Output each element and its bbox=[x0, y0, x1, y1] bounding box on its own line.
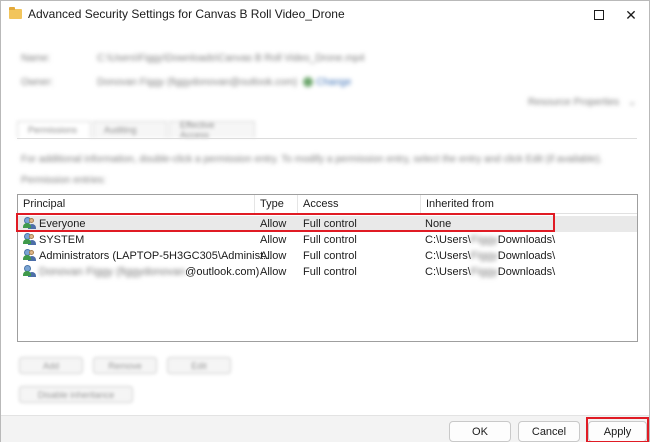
principal-cell: SYSTEM bbox=[23, 232, 84, 248]
principal-name: Administrators (LAPTOP-5H3GC305\Administ… bbox=[39, 250, 273, 262]
inherited-path-username: Figgy bbox=[470, 266, 498, 278]
principal-cell: Administrators (LAPTOP-5H3GC305\Administ… bbox=[23, 248, 272, 264]
inherited-path-username: Figgy bbox=[470, 250, 498, 262]
principal-name-suffix: @outlook.com) bbox=[185, 266, 260, 278]
principal-name-redacted: Donovan Figgy (figgydonovan bbox=[39, 266, 186, 278]
info-text: For additional information, double-click… bbox=[21, 154, 603, 165]
edit-button[interactable]: Edit bbox=[167, 357, 231, 374]
inherited-path-suffix: Downloads\ bbox=[497, 234, 556, 246]
table-row[interactable]: SYSTEM Allow Full control C:\Users\Figgy… bbox=[18, 232, 637, 248]
type-cell: Allow bbox=[260, 266, 287, 278]
access-cell: Full control bbox=[303, 250, 357, 262]
window-title: Advanced Security Settings for Canvas B … bbox=[28, 7, 345, 21]
inherited-cell: C:\Users\FiggyDownloads\ bbox=[425, 232, 555, 248]
inherited-cell: C:\Users\FiggyDownloads\ bbox=[425, 264, 555, 280]
resource-properties-label: Resource Properties bbox=[528, 97, 620, 108]
disable-inheritance-button[interactable]: Disable inheritance bbox=[19, 386, 133, 403]
table-header: Principal Type Access Inherited from bbox=[18, 195, 637, 214]
name-label: Name: bbox=[21, 53, 51, 64]
title-bar: Advanced Security Settings for Canvas B … bbox=[1, 1, 649, 29]
inherited-cell: C:\Users\FiggyDownloads\ bbox=[425, 248, 555, 264]
ok-button[interactable]: OK bbox=[449, 421, 511, 442]
inherited-path-username: Figgy bbox=[470, 234, 498, 246]
everyone-row-highlight bbox=[16, 213, 555, 232]
principal-name: SYSTEM bbox=[39, 234, 85, 246]
close-button[interactable]: ✕ bbox=[613, 1, 649, 29]
column-header-type[interactable]: Type bbox=[255, 195, 298, 214]
tab-permissions[interactable]: Permissions bbox=[17, 121, 91, 138]
table-row[interactable]: Donovan Figgy (figgydonovan@outlook.com)… bbox=[18, 264, 637, 280]
type-cell: Allow bbox=[260, 250, 287, 262]
type-cell: Allow bbox=[260, 234, 287, 246]
inherited-path-suffix: Downloads\ bbox=[497, 250, 556, 262]
close-icon: ✕ bbox=[625, 6, 637, 23]
chevron-down-icon: ⌄ bbox=[627, 97, 637, 108]
users-icon bbox=[23, 249, 37, 261]
owner-row: Donovan Figgy (figgydonovan@outlook.com)… bbox=[97, 77, 351, 88]
table-row[interactable]: Administrators (LAPTOP-5H3GC305\Administ… bbox=[18, 248, 637, 264]
column-header-principal[interactable]: Principal bbox=[18, 195, 255, 214]
owner-change-link[interactable]: Change bbox=[316, 77, 351, 88]
owner-value: Donovan Figgy (figgydonovan@outlook.com) bbox=[97, 77, 298, 88]
principal-cell: Donovan Figgy (figgydonovan@outlook.com) bbox=[23, 264, 259, 280]
user-icon bbox=[23, 265, 37, 277]
tab-auditing[interactable]: Auditing bbox=[93, 121, 167, 138]
inherited-path-prefix: C:\Users\ bbox=[425, 250, 471, 262]
add-button[interactable]: Add bbox=[19, 357, 83, 374]
maximize-icon bbox=[594, 10, 604, 20]
tab-effective-access[interactable]: Effective Access bbox=[169, 120, 255, 140]
apply-button-highlight bbox=[586, 417, 649, 442]
cancel-button[interactable]: Cancel bbox=[518, 421, 580, 442]
users-icon bbox=[23, 233, 37, 245]
column-header-inherited-from[interactable]: Inherited from bbox=[421, 195, 637, 214]
advanced-security-window: Advanced Security Settings for Canvas B … bbox=[0, 0, 650, 442]
tab-strip: Permissions Auditing Effective Access bbox=[17, 120, 257, 140]
entries-label: Permission entries: bbox=[21, 175, 107, 186]
remove-button[interactable]: Remove bbox=[93, 357, 157, 374]
folder-icon bbox=[9, 7, 22, 19]
inherited-path-suffix: Downloads\ bbox=[497, 266, 556, 278]
tab-divider bbox=[17, 138, 637, 139]
name-value: C:\Users\Figgy\Downloads\Canvas B Roll V… bbox=[97, 53, 365, 64]
access-cell: Full control bbox=[303, 234, 357, 246]
shield-icon bbox=[303, 77, 314, 88]
column-header-access[interactable]: Access bbox=[298, 195, 421, 214]
inherited-path-prefix: C:\Users\ bbox=[425, 266, 471, 278]
owner-label: Owner: bbox=[21, 77, 54, 88]
inherited-path-prefix: C:\Users\ bbox=[425, 234, 471, 246]
access-cell: Full control bbox=[303, 266, 357, 278]
resource-properties-button[interactable]: Resource Properties ⌄ bbox=[528, 97, 636, 108]
